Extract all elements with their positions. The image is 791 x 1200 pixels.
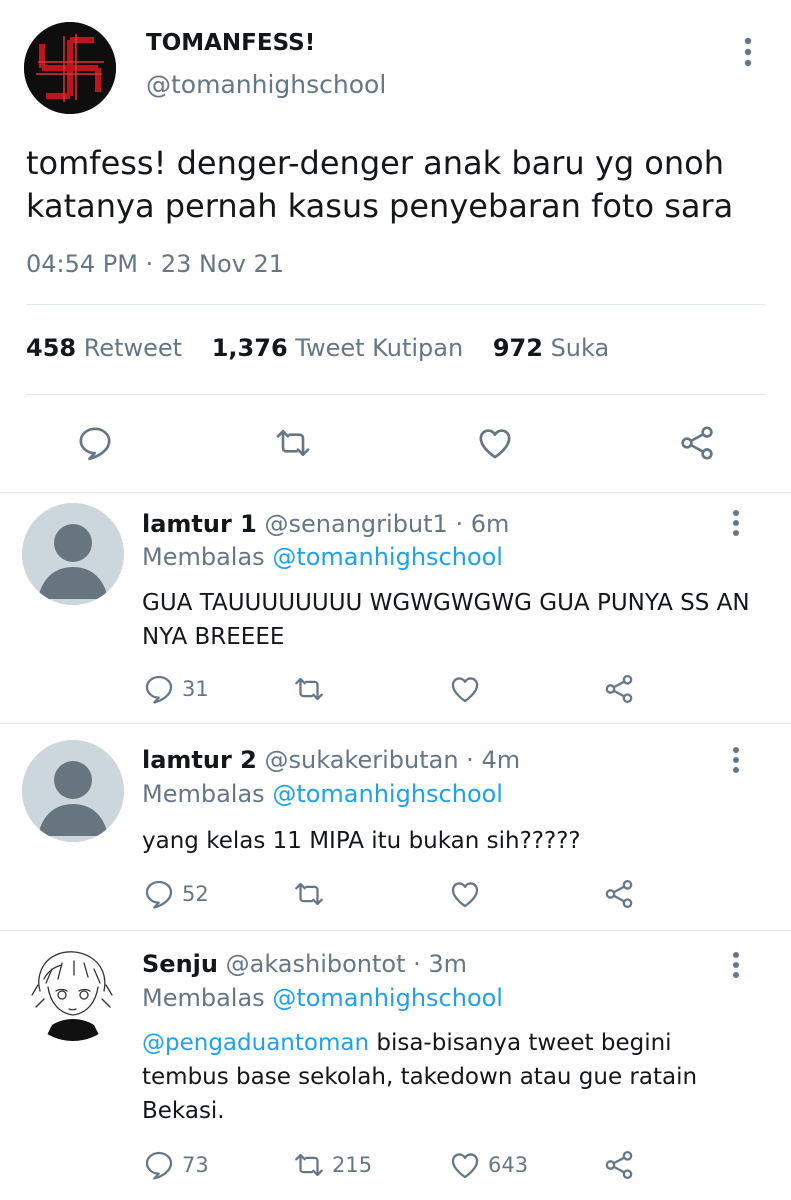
share-icon[interactable] — [672, 418, 722, 468]
replying-to-link[interactable]: @tomanhighschool — [272, 984, 503, 1012]
like-button[interactable] — [448, 669, 488, 709]
reply-tweet[interactable]: lamtur 2 @sukakeributan · 4m Membalas @t… — [0, 724, 791, 930]
retweet-icon[interactable] — [268, 418, 318, 468]
meta-separator: · — [447, 510, 471, 538]
author-handle[interactable]: @tomanhighschool — [146, 70, 386, 99]
replying-to: Membalas @tomanhighschool — [142, 780, 503, 808]
reply-author-handle[interactable]: @sukakeributan — [265, 746, 459, 774]
reply-author-handle[interactable]: @akashibontot — [226, 950, 406, 978]
like-icon — [451, 677, 479, 703]
retweet-button[interactable]: 215 — [292, 1145, 372, 1185]
share-button[interactable] — [602, 669, 636, 709]
share-icon — [605, 674, 633, 704]
replying-to: Membalas @tomanhighschool — [142, 984, 503, 1012]
reply-tweet[interactable]: lamtur 1 @senangribut1 · 6m Membalas @to… — [0, 493, 791, 723]
like-button[interactable]: 643 — [448, 1145, 528, 1185]
retweet-icon — [295, 882, 323, 906]
share-button[interactable] — [602, 874, 636, 914]
quote-label: Tweet Kutipan — [295, 334, 464, 362]
reply-actions: 73 215 643 — [142, 1145, 662, 1185]
retweet-label: Retweet — [83, 334, 183, 362]
reply-text: @pengaduantoman bisa-bisanya tweet begin… — [142, 1026, 762, 1128]
mention-link[interactable]: @pengaduantoman — [142, 1030, 369, 1056]
quote-count: 1,376 — [211, 334, 288, 362]
reply-author-name[interactable]: lamtur 1 — [142, 510, 257, 538]
retweet-icon — [295, 677, 323, 701]
reply-count: 52 — [182, 882, 209, 906]
retweet-count: 215 — [332, 1153, 373, 1177]
reply-button[interactable]: 73 — [142, 1145, 209, 1185]
replying-prefix: Membalas — [142, 780, 265, 808]
share-icon — [605, 879, 633, 909]
retweet-button[interactable] — [292, 669, 332, 709]
reply-icon — [145, 880, 173, 909]
like-icon — [451, 882, 479, 908]
reply-time: 4m — [481, 746, 521, 774]
reply-header: lamtur 1 @senangribut1 · 6m — [142, 510, 509, 538]
like-label: Suka — [550, 334, 610, 362]
default-avatar-icon[interactable] — [22, 503, 124, 605]
meta-separator: · — [145, 250, 161, 278]
like-icon[interactable] — [470, 418, 520, 468]
meta-separator: · — [458, 746, 482, 774]
reply-text: GUA TAUUUUUUUU WGWGWGWG GUA PUNYA SS AN … — [142, 590, 750, 650]
tweet-text: tomfess! denger-denger anak baru yg onoh… — [26, 144, 734, 225]
reply-time: 3m — [428, 950, 468, 978]
reply-icon[interactable] — [70, 418, 120, 468]
like-stat[interactable]: 972 Suka — [493, 334, 609, 362]
default-avatar-icon[interactable] — [22, 740, 124, 842]
tweet-time: 04:54 PM — [26, 250, 138, 278]
reply-text: yang kelas 11 MIPA itu bukan sih????? — [142, 828, 581, 854]
tweet-actions — [0, 418, 791, 468]
tomanfess-logo — [24, 22, 116, 114]
replying-to-link[interactable]: @tomanhighschool — [272, 543, 503, 571]
like-button[interactable] — [448, 874, 488, 914]
reply-header: Senju @akashibontot · 3m — [142, 950, 467, 978]
main-tweet: TOMANFESS! @tomanhighschool tomfess! den… — [0, 0, 791, 492]
retweet-stat[interactable]: 458 Retweet — [26, 334, 182, 362]
tweet-timestamp[interactable]: 04:54 PM · 23 Nov 21 — [26, 250, 284, 278]
replying-prefix: Membalas — [142, 984, 265, 1012]
reply-author-name[interactable]: lamtur 2 — [142, 746, 257, 774]
like-count: 972 — [492, 334, 543, 362]
quote-stat[interactable]: 1,376 Tweet Kutipan — [212, 334, 463, 362]
more-icon[interactable] — [730, 32, 766, 72]
more-icon[interactable] — [720, 505, 752, 541]
reply-actions: 31 — [142, 669, 662, 709]
retweet-button[interactable] — [292, 874, 332, 914]
reply-button[interactable]: 52 — [142, 874, 209, 914]
tweet-date: 23 Nov 21 — [160, 250, 285, 278]
share-button[interactable] — [602, 1145, 636, 1185]
reply-author-handle[interactable]: @senangribut1 — [265, 510, 448, 538]
more-icon[interactable] — [720, 947, 752, 983]
divider — [26, 394, 765, 395]
tweet-stats: 458 Retweet 1,376 Tweet Kutipan 972 Suka — [26, 334, 631, 362]
account-avatar[interactable] — [24, 22, 116, 114]
author-name[interactable]: TOMANFESS! — [146, 30, 315, 56]
retweet-count: 458 — [26, 334, 77, 362]
divider — [26, 304, 765, 305]
replying-to-link[interactable]: @tomanhighschool — [272, 780, 503, 808]
retweet-icon — [295, 1153, 323, 1177]
reply-actions: 52 — [142, 874, 662, 914]
like-icon — [451, 1153, 479, 1179]
reply-icon — [145, 675, 173, 704]
reply-time: 6m — [470, 510, 510, 538]
reply-header: lamtur 2 @sukakeributan · 4m — [142, 746, 520, 774]
meta-separator: · — [405, 950, 429, 978]
replying-to: Membalas @tomanhighschool — [142, 543, 503, 571]
reply-count: 73 — [182, 1153, 209, 1177]
reply-count: 31 — [182, 677, 209, 701]
user-avatar[interactable] — [22, 939, 124, 1041]
reply-tweet[interactable]: Senju @akashibontot · 3m Membalas @toman… — [0, 931, 791, 1200]
reply-author-name[interactable]: Senju — [142, 950, 218, 978]
replying-prefix: Membalas — [142, 543, 265, 571]
anime-avatar — [22, 939, 124, 1041]
reply-icon — [145, 1151, 173, 1180]
like-count: 643 — [488, 1153, 529, 1177]
share-icon — [605, 1150, 633, 1180]
more-icon[interactable] — [720, 742, 752, 778]
reply-button[interactable]: 31 — [142, 669, 209, 709]
